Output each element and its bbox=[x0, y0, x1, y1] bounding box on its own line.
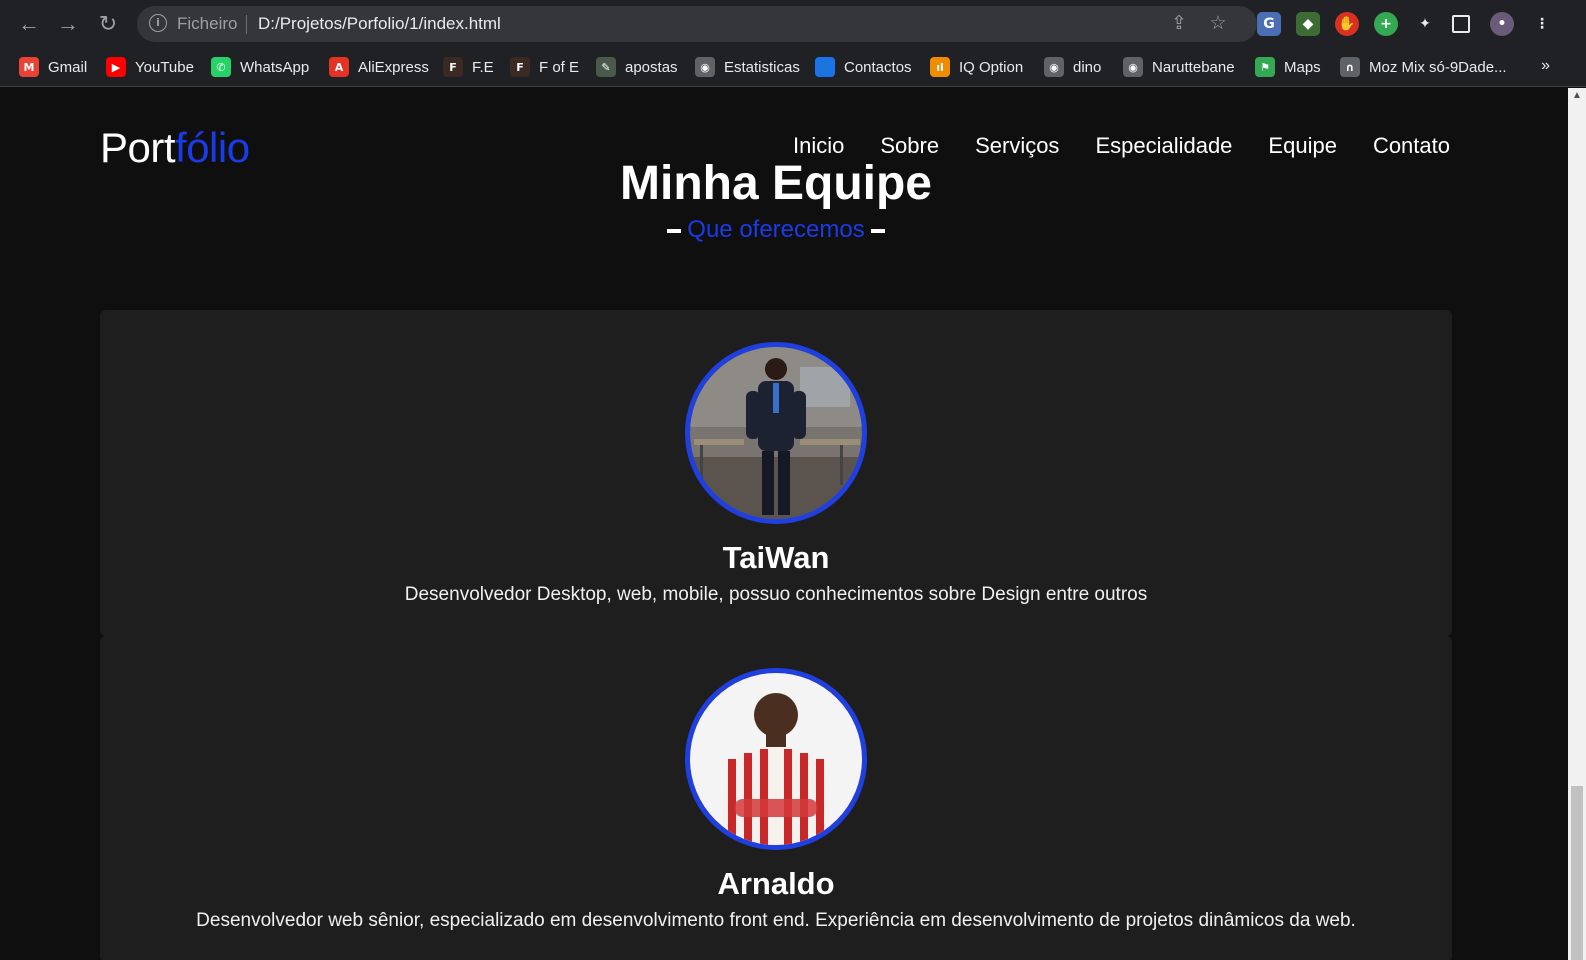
member-name: TaiWan bbox=[722, 540, 830, 575]
page-viewport: Portfólio Inicio Sobre Serviços Especial… bbox=[0, 88, 1568, 960]
apostas-icon: ✎ bbox=[596, 57, 616, 77]
add-extension-icon[interactable]: + bbox=[1374, 12, 1398, 36]
youtube-icon: ▶ bbox=[106, 57, 126, 77]
f-of-e-icon: F bbox=[510, 57, 530, 77]
headphones-icon: ∩ bbox=[1340, 57, 1360, 77]
extension-icon[interactable]: ◆ bbox=[1296, 12, 1320, 36]
extensions-puzzle-icon[interactable]: ✦ bbox=[1413, 12, 1437, 36]
bookmark-moz-mix[interactable]: ∩ Moz Mix só-9Dade... bbox=[1340, 55, 1507, 79]
bookmarks-bar: M Gmail ▶ YouTube ✆ WhatsApp A AliExpress FF… bbox=[0, 47, 1586, 87]
address-url[interactable]: D:/Projetos/Porfolio/1/index.html bbox=[258, 14, 501, 34]
bookmark-label: WhatsApp bbox=[240, 58, 310, 76]
forward-arrow-icon[interactable]: → bbox=[54, 10, 82, 38]
subtitle-dash-left bbox=[667, 228, 682, 233]
adblock-extension-icon[interactable]: ✋ bbox=[1335, 12, 1359, 36]
gmail-icon: M bbox=[19, 57, 39, 77]
bookmark-label: apostas bbox=[625, 58, 678, 76]
share-icon[interactable]: ⇪ bbox=[1167, 12, 1191, 36]
contacts-icon: 👤 bbox=[815, 57, 835, 77]
browser-toolbar: ← → ↻ i Ficheiro D:/Projetos/Porfolio/1/… bbox=[0, 0, 1586, 47]
bookmark-iq-option[interactable]: ıl IQ Option bbox=[930, 55, 1023, 79]
member-name: Arnaldo bbox=[717, 866, 835, 901]
member-description: Desenvolvedor Desktop, web, mobile, poss… bbox=[404, 584, 1148, 605]
profile-avatar-icon[interactable]: • bbox=[1490, 12, 1514, 36]
bookmark-apostas[interactable]: ✎ apostas bbox=[596, 55, 678, 79]
page-scrollbar[interactable]: ▲ bbox=[1568, 88, 1586, 960]
bookmark-label: Estatisticas bbox=[724, 58, 800, 76]
more-bookmarks-icon[interactable]: » bbox=[1541, 57, 1550, 75]
bookmark-dino[interactable]: ◉ dino bbox=[1044, 55, 1101, 79]
address-scheme-label: Ficheiro bbox=[177, 14, 238, 33]
bookmark-label: Gmail bbox=[48, 58, 88, 76]
subtitle-dash-right bbox=[870, 228, 885, 233]
bookmark-fe[interactable]: F F.E bbox=[443, 55, 494, 79]
section-title: Minha Equipe bbox=[620, 157, 932, 210]
bookmark-f-of-e[interactable]: F F of E bbox=[510, 55, 579, 79]
globe-icon: ◉ bbox=[1044, 57, 1064, 77]
globe-icon: ◉ bbox=[695, 57, 715, 77]
back-arrow-icon[interactable]: ← bbox=[15, 10, 43, 38]
bookmark-label: IQ Option bbox=[959, 58, 1024, 76]
address-separator bbox=[246, 15, 247, 34]
bookmark-label: F.E bbox=[472, 58, 494, 76]
team-member-card: TaiWan Desenvolvedor Desktop, web, mobil… bbox=[100, 310, 1452, 636]
translate-extension-icon[interactable]: G bbox=[1257, 12, 1281, 36]
iq-option-icon: ıl bbox=[930, 57, 950, 77]
bookmark-estatisticas[interactable]: ◉ Estatisticas bbox=[695, 55, 800, 79]
side-panel-icon[interactable] bbox=[1452, 15, 1470, 33]
bookmark-label: YouTube bbox=[135, 58, 194, 76]
bookmark-contactos[interactable]: 👤 Contactos bbox=[815, 55, 912, 79]
reload-icon[interactable]: ↻ bbox=[94, 10, 122, 38]
member-description: Desenvolvedor web sênior, especializado … bbox=[196, 910, 1356, 931]
aliexpress-icon: A bbox=[329, 57, 349, 77]
menu-kebab-icon[interactable]: ⋮ bbox=[1530, 12, 1554, 36]
section-subtitle: Que oferecemos bbox=[0, 216, 1552, 244]
bookmark-label: Naruttebane bbox=[1152, 58, 1235, 76]
bookmark-label: dino bbox=[1073, 58, 1102, 76]
scroll-up-arrow-icon[interactable]: ▲ bbox=[1572, 90, 1582, 101]
scroll-thumb[interactable] bbox=[1571, 786, 1583, 960]
bookmark-label: Contactos bbox=[844, 58, 912, 76]
bookmark-label: F of E bbox=[539, 58, 580, 76]
team-member-card: Arnaldo Desenvolvedor web sênior, especi… bbox=[100, 636, 1452, 960]
bookmark-label: Moz Mix só-9Dade... bbox=[1369, 58, 1507, 76]
bookmark-label: Maps bbox=[1284, 58, 1321, 76]
globe-icon: ◉ bbox=[1123, 57, 1143, 77]
bookmark-label: AliExpress bbox=[358, 58, 429, 76]
info-icon[interactable]: i bbox=[149, 14, 167, 32]
bookmark-naruttebane[interactable]: ◉ Naruttebane bbox=[1123, 55, 1235, 79]
bookmark-gmail[interactable]: M Gmail bbox=[19, 55, 87, 79]
bookmark-aliexpress[interactable]: A AliExpress bbox=[329, 55, 429, 79]
bookmark-youtube[interactable]: ▶ YouTube bbox=[106, 55, 194, 79]
member-photo-arnaldo bbox=[685, 668, 867, 850]
whatsapp-icon: ✆ bbox=[211, 57, 231, 77]
bookmark-star-icon[interactable]: ☆ bbox=[1206, 12, 1230, 36]
fe-icon: F bbox=[443, 57, 463, 77]
bookmark-maps[interactable]: ⚑ Maps bbox=[1255, 55, 1321, 79]
maps-icon: ⚑ bbox=[1255, 57, 1275, 77]
address-bar[interactable]: i Ficheiro D:/Projetos/Porfolio/1/index.… bbox=[137, 6, 1257, 42]
subtitle-text: Que oferecemos bbox=[687, 216, 865, 243]
member-photo-taiwan bbox=[685, 342, 867, 524]
bookmark-whatsapp[interactable]: ✆ WhatsApp bbox=[211, 55, 309, 79]
